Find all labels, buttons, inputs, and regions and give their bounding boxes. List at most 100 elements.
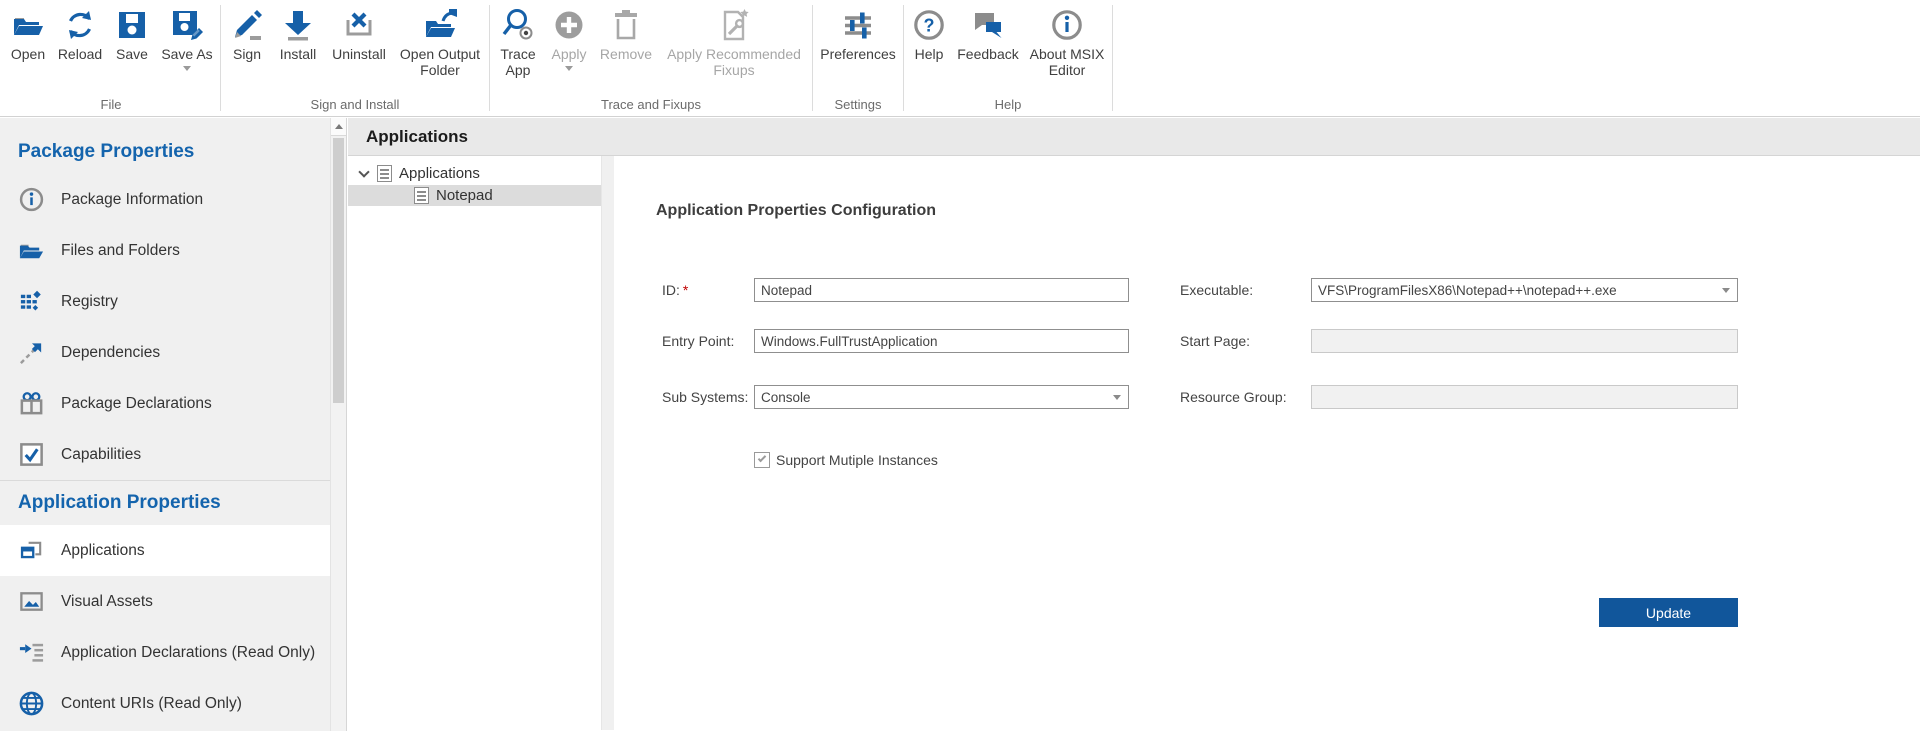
ribbon-separator	[220, 5, 221, 111]
uninstall-button[interactable]: Uninstall	[325, 0, 393, 62]
dropdown-arrow-icon[interactable]	[1722, 288, 1730, 293]
sidebar-scrollbar[interactable]	[330, 118, 347, 731]
sidebar-item-registry[interactable]: Registry	[0, 276, 330, 327]
sidebar-item-application-declarations[interactable]: Application Declarations (Read Only)	[0, 627, 330, 678]
sidebar-item-dependencies[interactable]: Dependencies	[0, 327, 330, 378]
help-button[interactable]: ? Help	[906, 0, 952, 62]
ribbon-group-label: Settings	[815, 97, 901, 116]
start-page-label: Start Page:	[1180, 329, 1250, 353]
button-label: Uninstall	[332, 46, 386, 62]
trace-app-button[interactable]: Trace App	[492, 0, 544, 78]
declarations-list-icon	[18, 639, 45, 666]
sidebar-item-label: Registry	[61, 293, 118, 311]
update-button[interactable]: Update	[1599, 598, 1738, 627]
id-input[interactable]	[754, 278, 1129, 302]
sign-pencil-icon	[229, 7, 265, 43]
install-icon	[280, 7, 316, 43]
remove-trash-icon	[608, 7, 644, 43]
reload-icon	[62, 7, 98, 43]
sidebar-item-label: Dependencies	[61, 344, 160, 362]
tree-item-label: Applications	[399, 165, 480, 182]
feedback-button[interactable]: Feedback	[952, 0, 1024, 62]
main-content: Applications Applications Notepad Applic…	[348, 118, 1920, 731]
save-as-button[interactable]: Save As	[156, 0, 218, 71]
help-question-icon: ?	[911, 7, 947, 43]
ribbon-group-sign-install: Sign Install Uninstall	[223, 0, 487, 116]
sidebar-item-files-and-folders[interactable]: Files and Folders	[0, 225, 330, 276]
resource-group-input	[1311, 385, 1738, 409]
reload-button[interactable]: Reload	[52, 0, 108, 62]
install-button[interactable]: Install	[271, 0, 325, 62]
document-icon	[377, 165, 392, 182]
scrollbar-up-button[interactable]	[331, 118, 346, 136]
sidebar-item-label: Application Declarations (Read Only)	[61, 644, 315, 662]
preferences-button[interactable]: Preferences	[815, 0, 901, 62]
apply-button[interactable]: Apply	[544, 0, 594, 71]
registry-blocks-icon	[18, 288, 45, 315]
chevron-down-icon	[565, 66, 573, 71]
dropdown-arrow-icon[interactable]	[1113, 395, 1121, 400]
chevron-down-icon	[183, 66, 191, 71]
sub-systems-label: Sub Systems:	[662, 385, 748, 409]
button-label: Reload	[58, 46, 102, 62]
remove-button[interactable]: Remove	[594, 0, 658, 62]
scrollbar-thumb[interactable]	[333, 138, 344, 403]
entry-point-label: Entry Point:	[662, 329, 734, 353]
section-header-application-properties: Application Properties	[0, 481, 330, 525]
button-label: Help	[915, 46, 944, 62]
sidebar-item-content-uris[interactable]: Content URIs (Read Only)	[0, 678, 330, 729]
id-label: ID:*	[662, 278, 688, 302]
executable-combo[interactable]	[1311, 278, 1738, 302]
entry-point-input[interactable]	[754, 329, 1129, 353]
document-icon	[414, 187, 429, 204]
button-label: Apply	[551, 46, 586, 62]
sidebar-item-label: Applications	[61, 542, 145, 560]
sidebar-item-label: Package Declarations	[61, 395, 212, 413]
button-label: Trace App	[492, 46, 544, 78]
ribbon-group-label: Trace and Fixups	[492, 97, 810, 116]
msix-editor-window: Open Reload	[0, 0, 1920, 731]
button-label: Sign	[233, 46, 261, 62]
about-info-icon	[1049, 7, 1085, 43]
button-label: Feedback	[957, 46, 1018, 62]
save-button[interactable]: Save	[108, 0, 156, 62]
capabilities-checkbox-icon	[18, 441, 45, 468]
executable-label: Executable:	[1180, 278, 1253, 302]
sidebar-item-label: Package Information	[61, 191, 203, 209]
open-button[interactable]: Open	[4, 0, 52, 62]
sidebar-item-label: Capabilities	[61, 446, 141, 464]
sidebar-item-package-information[interactable]: Package Information	[0, 174, 330, 225]
save-as-icon	[169, 7, 205, 43]
ribbon-group-trace-fixups: Trace App Apply Remove	[492, 0, 810, 116]
form-heading: Application Properties Configuration	[656, 202, 936, 220]
sidebar-item-applications[interactable]: Applications	[0, 525, 330, 576]
tree-item-label: Notepad	[436, 187, 493, 204]
open-output-folder-icon	[422, 7, 458, 43]
sidebar-item-package-declarations[interactable]: Package Declarations	[0, 378, 330, 429]
button-label: Open	[11, 46, 45, 62]
button-label: About MSIX Editor	[1024, 46, 1110, 78]
ribbon-group-file: Open Reload	[4, 0, 218, 116]
globe-icon	[18, 690, 45, 717]
sidebar-item-capabilities[interactable]: Capabilities	[0, 429, 330, 480]
about-msix-editor-button[interactable]: About MSIX Editor	[1024, 0, 1110, 78]
ribbon-group-settings: Preferences Settings	[815, 0, 901, 116]
ribbon-separator	[903, 5, 904, 111]
open-folder-icon	[10, 7, 46, 43]
sub-systems-combo[interactable]	[754, 385, 1129, 409]
app-window-icon	[18, 537, 45, 564]
panel-splitter[interactable]	[602, 156, 614, 730]
button-label: Apply Recommended Fixups	[658, 46, 810, 78]
section-header-package-properties: Package Properties	[0, 130, 330, 174]
chevron-down-icon[interactable]	[358, 166, 369, 177]
ribbon-separator	[489, 5, 490, 111]
tree-item-notepad[interactable]: Notepad	[348, 185, 601, 206]
sidebar-item-visual-assets[interactable]: Visual Assets	[0, 576, 330, 627]
folder-icon	[18, 237, 45, 264]
package-gift-icon	[18, 390, 45, 417]
open-output-folder-button[interactable]: Open Output Folder	[393, 0, 487, 78]
support-multiple-instances-checkbox[interactable]	[754, 452, 770, 468]
tree-item-applications-root[interactable]: Applications	[348, 162, 601, 185]
apply-recommended-fixups-button[interactable]: Apply Recommended Fixups	[658, 0, 810, 78]
sign-button[interactable]: Sign	[223, 0, 271, 62]
